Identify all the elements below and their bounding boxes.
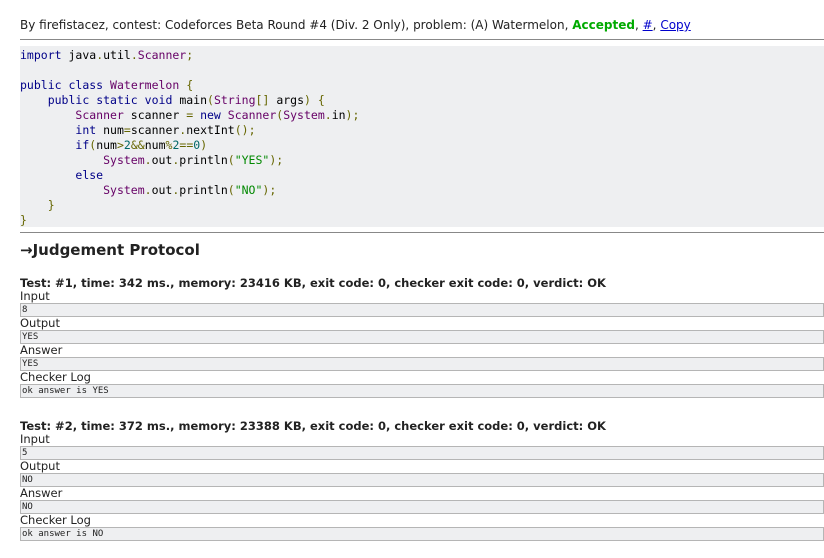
input-value: 5 xyxy=(20,446,824,460)
answer-label: Answer xyxy=(20,343,63,357)
test-block: Test: #2, time: 372 ms., memory: 23388 K… xyxy=(20,420,824,541)
answer-value: YES xyxy=(20,357,824,371)
output-label: Output xyxy=(20,459,60,473)
source-code-block[interactable]: import java.util.Scanner; public class Wa… xyxy=(20,46,824,227)
answer-label: Answer xyxy=(20,486,63,500)
separator: , xyxy=(652,18,657,32)
code-line: } xyxy=(20,213,27,227)
separator: , xyxy=(634,18,639,32)
code-line: System.out.println("YES"); xyxy=(103,153,284,167)
code-line: int num=scanner.nextInt(); xyxy=(75,123,256,137)
copy-link[interactable]: Copy xyxy=(660,18,690,32)
divider xyxy=(20,232,824,233)
code-line: } xyxy=(47,198,55,212)
code-line: public static void main(String[] args) { xyxy=(47,93,325,107)
input-value: 8 xyxy=(20,303,824,317)
submission-header: By firefistacez, contest: Codeforces Bet… xyxy=(20,17,691,33)
code-line: public class Watermelon { xyxy=(20,78,194,92)
test-title: Test: #1, time: 342 ms., memory: 23416 K… xyxy=(20,276,606,290)
submission-info: By firefistacez, contest: Codeforces Bet… xyxy=(20,18,569,32)
code-line: System.out.println("NO"); xyxy=(103,183,277,197)
code-line: else xyxy=(75,168,104,182)
code-line: import java.util.Scanner; xyxy=(20,48,194,62)
checker-log-value: ok answer is NO xyxy=(20,527,824,541)
checker-log-label: Checker Log xyxy=(20,513,91,527)
output-value: YES xyxy=(20,330,824,344)
input-label: Input xyxy=(20,432,50,446)
checker-log-label: Checker Log xyxy=(20,370,91,384)
judgement-protocol-title[interactable]: →Judgement Protocol xyxy=(20,240,200,260)
test-block: Test: #1, time: 342 ms., memory: 23416 K… xyxy=(20,277,824,398)
answer-value: NO xyxy=(20,500,824,514)
output-value: NO xyxy=(20,473,824,487)
test-title: Test: #2, time: 372 ms., memory: 23388 K… xyxy=(20,419,606,433)
code-line: if(num>2&&num%2==0) xyxy=(75,138,208,152)
output-label: Output xyxy=(20,316,60,330)
divider xyxy=(20,39,824,40)
input-label: Input xyxy=(20,289,50,303)
verdict-accepted: Accepted xyxy=(572,18,635,32)
permalink-link[interactable]: # xyxy=(643,18,653,32)
code-line: Scanner scanner = new Scanner(System.in)… xyxy=(75,108,360,122)
checker-log-value: ok answer is YES xyxy=(20,384,824,398)
